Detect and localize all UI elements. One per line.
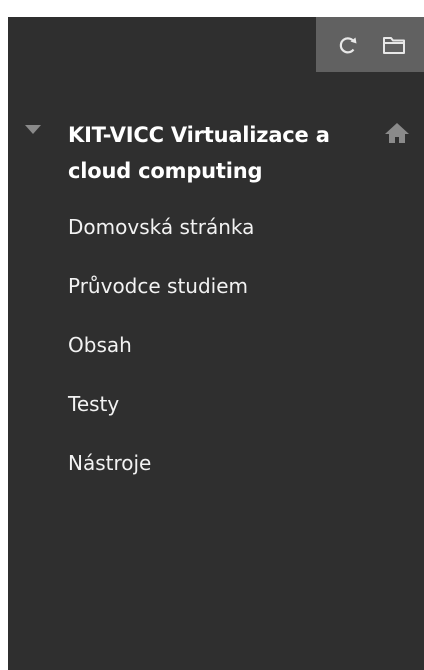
home-icon xyxy=(385,123,409,143)
menu-item-nastroje[interactable]: Nástroje xyxy=(68,445,254,504)
top-strip xyxy=(0,0,424,17)
refresh-icon xyxy=(339,37,357,54)
course-sidebar: KIT-VICC Virtualizace a cloud computing … xyxy=(8,17,424,670)
refresh-button[interactable] xyxy=(333,30,363,60)
sidebar-toolbar xyxy=(316,17,424,72)
folder-button[interactable] xyxy=(379,30,409,60)
menu-item-testy[interactable]: Testy xyxy=(68,386,254,445)
course-title[interactable]: KIT-VICC Virtualizace a cloud computing xyxy=(68,117,378,189)
menu-item-pruvodce-studiem[interactable]: Průvodce studiem xyxy=(68,268,254,327)
menu-item-domovska-stranka[interactable]: Domovská stránka xyxy=(68,209,254,268)
course-menu: Domovská stránka Průvodce studiem Obsah … xyxy=(68,209,254,504)
home-button[interactable] xyxy=(384,121,410,145)
menu-item-obsah[interactable]: Obsah xyxy=(68,327,254,386)
folder-icon xyxy=(383,37,405,54)
collapse-arrow-icon[interactable] xyxy=(25,125,41,134)
